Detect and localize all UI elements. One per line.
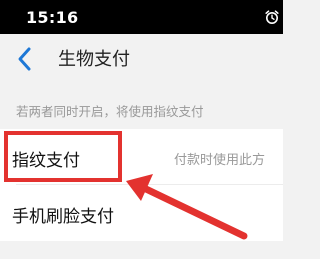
face-pay-label: 手机刷脸支付 xyxy=(12,207,114,227)
annotation-highlight-box xyxy=(4,131,122,182)
status-bar: 15:16 xyxy=(0,0,283,34)
alarm-icon xyxy=(265,10,279,24)
navigation-bar: 生物支付 xyxy=(0,34,283,84)
hint-text: 若两者同时开启，将使用指纹支付 xyxy=(16,104,204,119)
page-title: 生物支付 xyxy=(58,49,130,70)
fingerprint-pay-description: 付款时使用此方 xyxy=(174,153,266,168)
chevron-left-icon xyxy=(18,47,31,71)
back-button[interactable] xyxy=(12,42,38,76)
status-time: 15:16 xyxy=(26,8,79,27)
page-background-bottom xyxy=(0,241,283,259)
list-item-face-pay[interactable]: 手机刷脸支付 xyxy=(0,185,283,241)
